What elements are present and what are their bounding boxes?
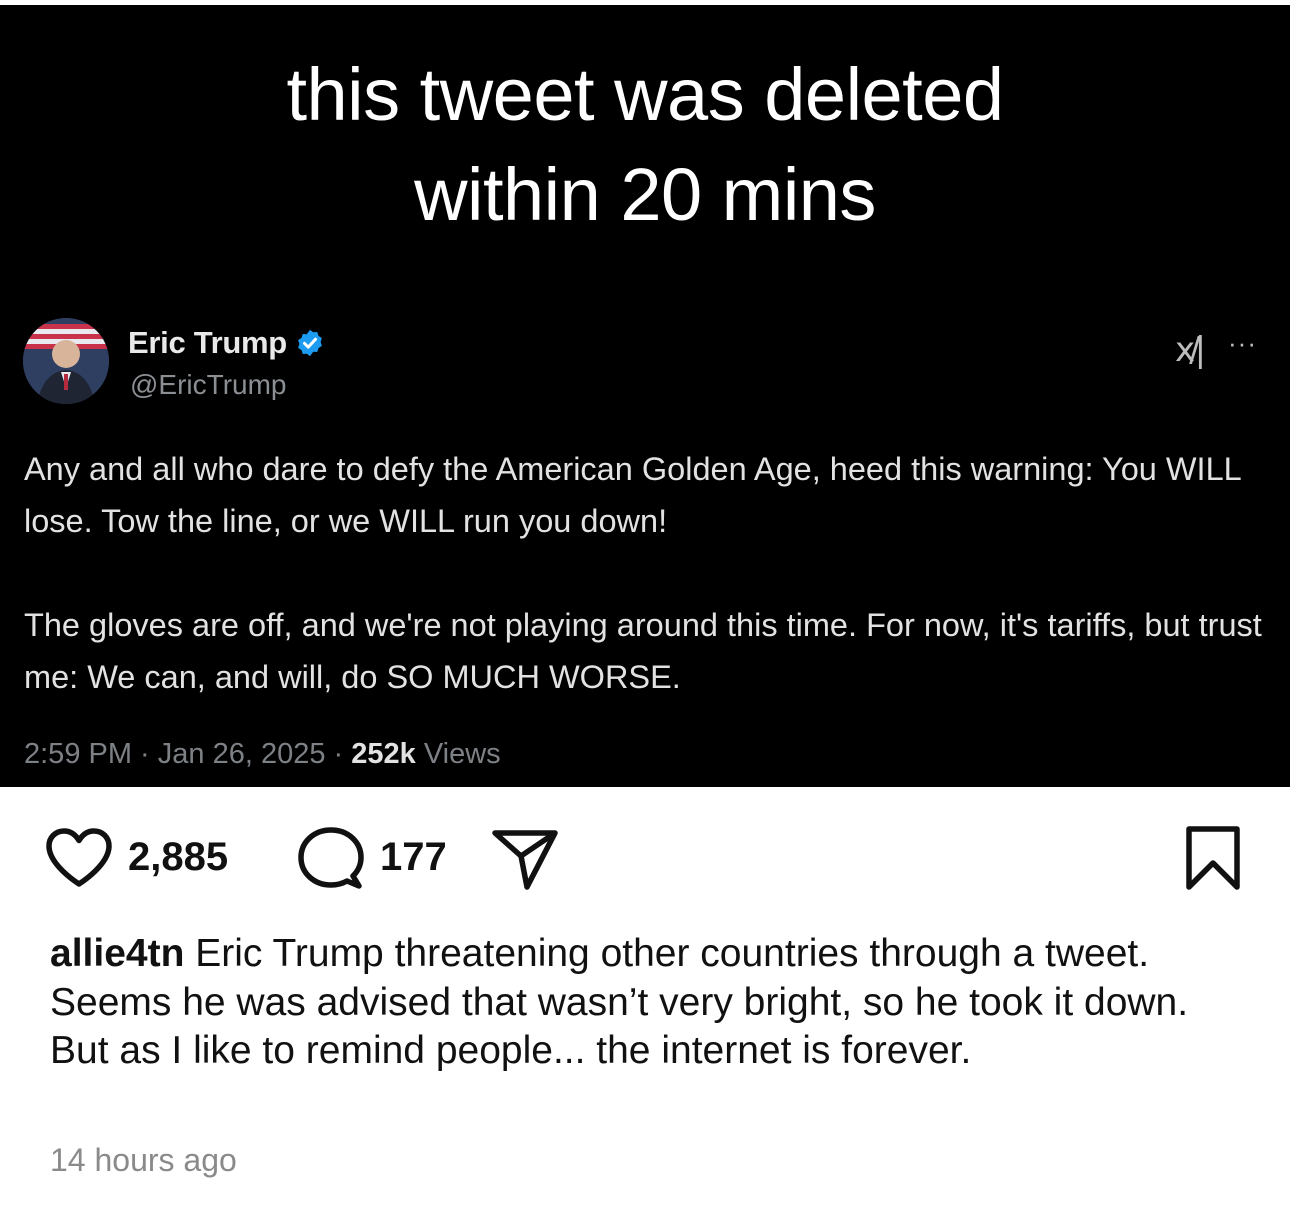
grok-icon: x/| [1175,330,1206,370]
post-timestamp: 14 hours ago [50,1142,237,1178]
tweet-views-count: 252k [351,738,416,770]
tweet-avatar [23,318,109,404]
caption-username[interactable]: allie4tn [50,932,184,975]
tweet-text: Any and all who dare to defy the America… [24,443,1264,703]
headline-line-1: this tweet was deleted [286,53,1004,136]
tweet-author-row: Eric Trump [128,323,325,363]
like-count[interactable]: 2,885 [128,835,228,880]
comment-bubble-icon[interactable] [296,826,366,892]
tweet-paragraph-1: Any and all who dare to defy the America… [24,451,1241,539]
tweet-meta: 2:59 PM · Jan 26, 2025 · 252k Views [24,738,501,771]
verified-badge-icon [298,329,322,357]
post-action-bar: 2,885 177 [0,815,1290,905]
tweet-display-name: Eric Trump [128,325,287,360]
more-options-icon: ··· [1228,328,1257,358]
tweet-paragraph-2: The gloves are off, and we're not playin… [24,607,1262,695]
post-image[interactable]: this tweet was deleted within 20 mins Er… [0,5,1290,787]
heart-icon[interactable] [44,827,114,889]
caption-text: Eric Trump threatening other countries t… [50,932,1189,1072]
bookmark-icon[interactable] [1183,825,1243,891]
headline-line-2: within 20 mins [414,153,876,236]
tweet-handle: @EricTrump [130,369,287,400]
paper-plane-icon[interactable] [490,827,560,891]
tweet-time-date: 2:59 PM · Jan 26, 2025 · [24,738,352,770]
comment-count[interactable]: 177 [380,835,447,880]
tweet-views-label: Views [415,738,501,770]
post-caption: allie4tn Eric Trump threatening other co… [50,930,1250,1076]
image-headline: this tweet was deleted within 20 mins [0,45,1290,245]
